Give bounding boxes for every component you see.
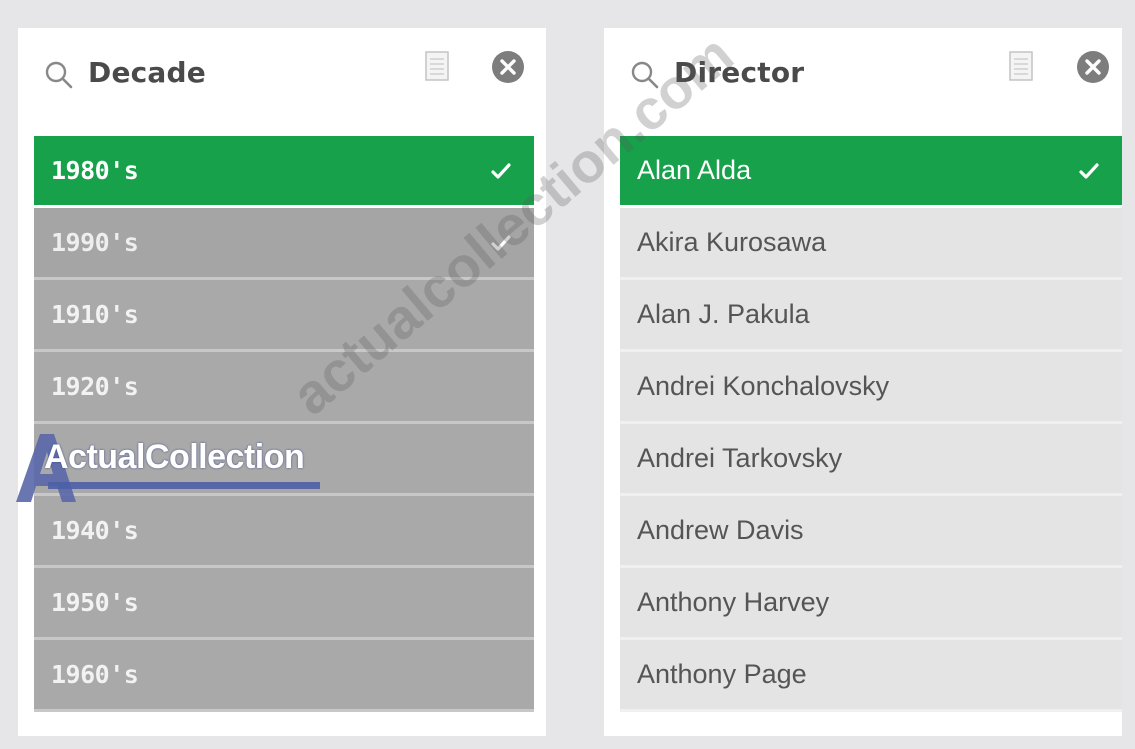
director-filter-pane: Director Alan Alda Akira Kurosawa Alan J. … <box>604 28 1122 736</box>
director-item-label: Akira Kurosawa <box>637 227 827 257</box>
director-list-item[interactable]: Andrei Konchalovsky <box>620 352 1122 424</box>
director-list-item[interactable]: Andrei Tarkovsky <box>620 424 1122 496</box>
decade-item-label: 1980's <box>51 156 139 185</box>
director-list-item[interactable]: Akira Kurosawa <box>620 208 1122 280</box>
decade-item-label: 1990's <box>51 228 139 257</box>
decade-list-item[interactable]: 1920's <box>34 352 534 424</box>
decade-list-item[interactable] <box>34 424 534 496</box>
decade-list-item[interactable]: 1990's <box>34 208 534 280</box>
decade-item-label: 1950's <box>51 588 139 617</box>
director-list-item[interactable]: Alan Alda <box>620 136 1122 208</box>
director-item-label: Alan J. Pakula <box>637 299 810 329</box>
lock-selections-icon[interactable] <box>1008 50 1034 82</box>
director-list-item[interactable]: Alan J. Pakula <box>620 280 1122 352</box>
search-icon[interactable] <box>630 60 660 90</box>
decade-list-item[interactable]: 1950's <box>34 568 534 640</box>
lock-selections-icon[interactable] <box>424 50 450 82</box>
decade-item-label: 1910's <box>51 300 139 329</box>
decade-item-label: 1960's <box>51 660 139 689</box>
director-list-item[interactable]: Andrew Davis <box>620 496 1122 568</box>
decade-pane-title: Decade <box>88 56 206 89</box>
checkmark-icon <box>1079 162 1099 179</box>
clear-selection-icon[interactable] <box>491 50 525 84</box>
director-item-label: Andrei Konchalovsky <box>637 371 890 401</box>
decade-filter-pane: Decade 1980's 1990's 1910's 1920's 1940's 195… <box>18 28 546 736</box>
director-list-item[interactable]: Anthony Page <box>620 640 1122 712</box>
director-item-label: Andrew Davis <box>637 515 804 545</box>
director-item-label: Anthony Page <box>637 659 807 689</box>
director-list-item[interactable]: Anthony Harvey <box>620 568 1122 640</box>
director-item-label: Andrei Tarkovsky <box>637 443 843 473</box>
decade-list-item[interactable]: 1940's <box>34 496 534 568</box>
clear-selection-icon[interactable] <box>1076 50 1110 84</box>
director-pane-header: Director <box>604 28 1122 128</box>
decade-item-label: 1920's <box>51 372 139 401</box>
decade-list-item[interactable]: 1960's <box>34 640 534 712</box>
director-pane-title: Director <box>674 56 805 89</box>
decade-list-item[interactable]: 1910's <box>34 280 534 352</box>
checkmark-icon <box>491 162 511 179</box>
search-icon[interactable] <box>44 60 74 90</box>
decade-list: 1980's 1990's 1910's 1920's 1940's 1950's 1960… <box>34 136 534 712</box>
decade-item-label: 1940's <box>51 516 139 545</box>
decade-pane-header: Decade <box>18 28 546 128</box>
decade-list-item[interactable]: 1980's <box>34 136 534 208</box>
checkmark-icon <box>491 234 511 251</box>
director-list: Alan Alda Akira Kurosawa Alan J. Pakula And… <box>620 136 1122 712</box>
director-item-label: Anthony Harvey <box>637 587 830 617</box>
director-item-label: Alan Alda <box>637 155 752 185</box>
